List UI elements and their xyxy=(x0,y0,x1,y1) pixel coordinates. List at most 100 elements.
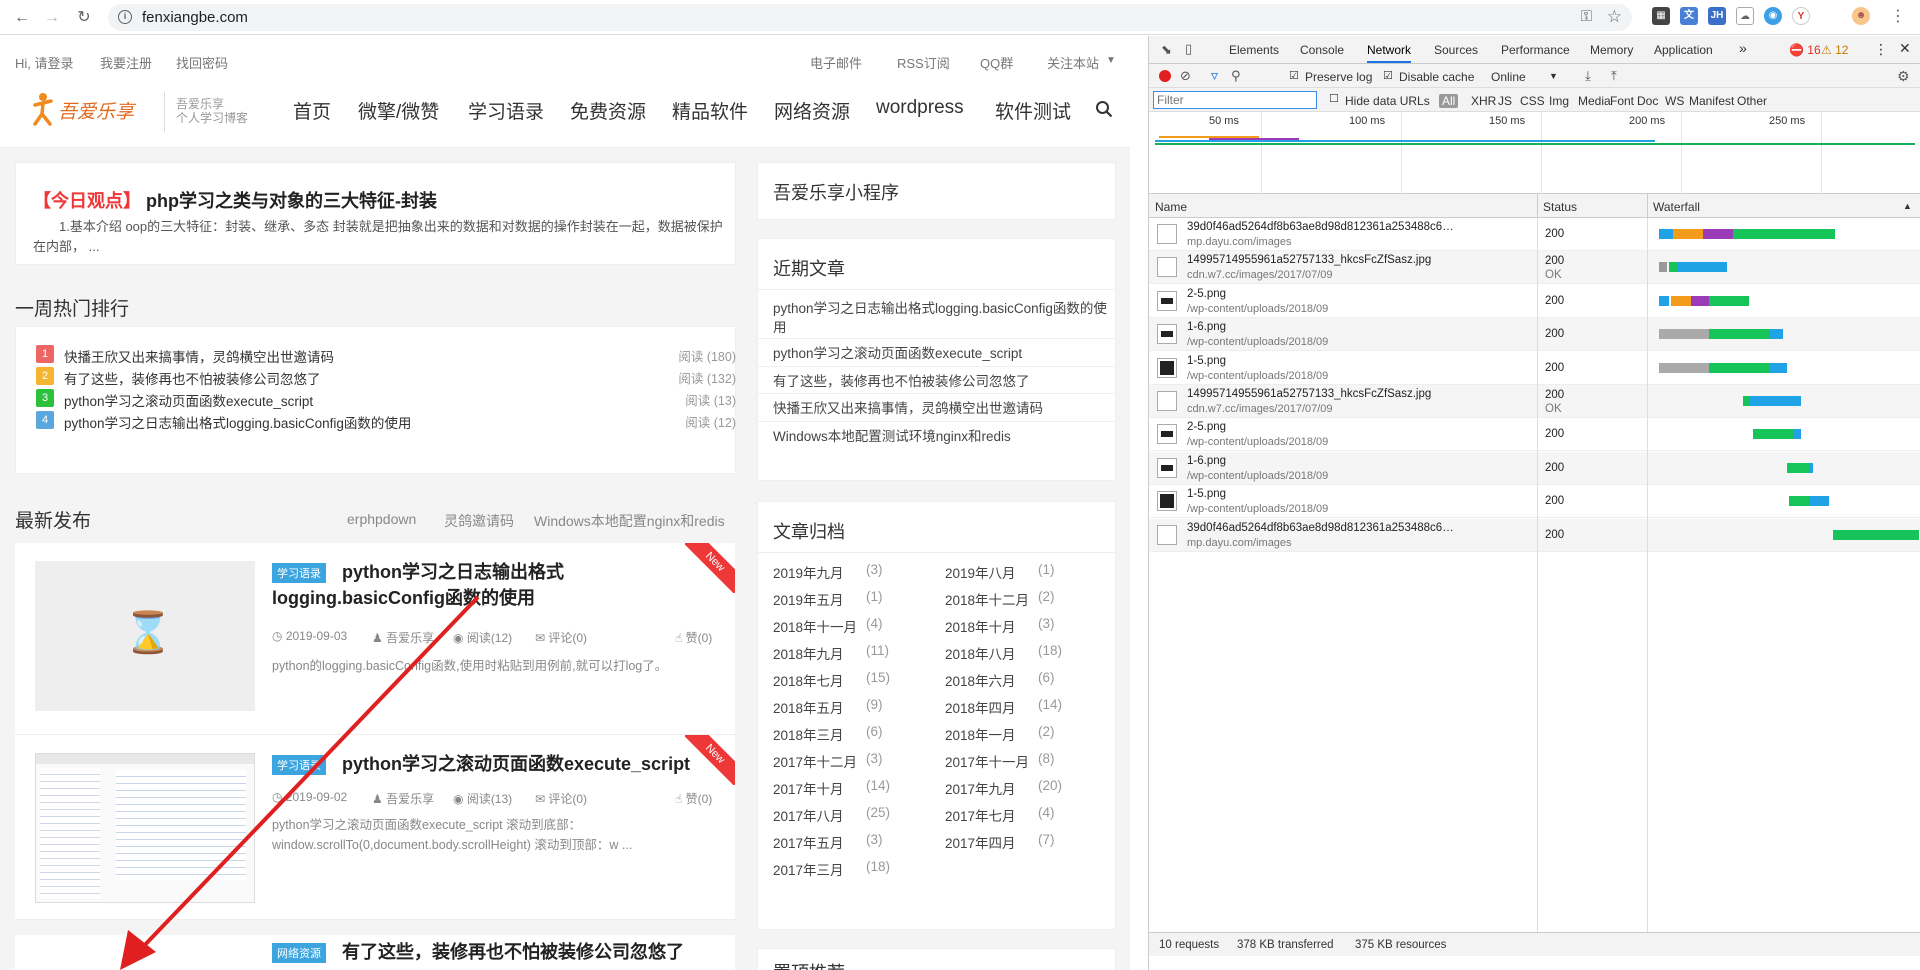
archive-month[interactable]: 2017年四月 xyxy=(945,832,1016,852)
request-name[interactable]: 39d0f46ad5264df8b63ae8d98d812361a253488c… xyxy=(1187,221,1457,233)
post-comments[interactable]: ✉ 评论(0) xyxy=(535,629,587,646)
request-row[interactable]: 14995714955961a52757133_hkcsFcZfSasz.jpg… xyxy=(1149,385,1920,418)
post-thumbnail[interactable]: ⌛ xyxy=(35,561,255,711)
post-comments[interactable]: ✉ 评论(0) xyxy=(535,790,587,807)
hot-item-title[interactable]: 有了这些，装修再也不怕被装修公司忽悠了 xyxy=(64,368,321,388)
post-title[interactable]: python学习之日志输出格式logging.basicConfig函数的使用 xyxy=(272,559,712,611)
latest-link-erphpdown[interactable]: erphpdown xyxy=(347,511,416,527)
hot-item-title[interactable]: python学习之滚动页面函数execute_script xyxy=(64,390,313,410)
settings-gear-icon[interactable]: ⚙ xyxy=(1897,68,1910,85)
type-filter-all[interactable]: All xyxy=(1439,94,1459,108)
record-icon[interactable] xyxy=(1159,70,1171,82)
type-filter-img[interactable]: Img xyxy=(1549,94,1569,108)
devtools-menu-icon[interactable]: ⋮ xyxy=(1874,41,1888,58)
nav-home[interactable]: 首页 xyxy=(293,97,331,124)
archive-month[interactable]: 2018年九月 xyxy=(773,643,844,663)
column-waterfall[interactable]: Waterfall xyxy=(1653,200,1700,214)
request-name[interactable]: 2-5.png xyxy=(1187,421,1457,433)
back-icon[interactable]: ← xyxy=(10,6,34,30)
request-row[interactable]: 2-5.png/wp-content/uploads/2018/09 200 xyxy=(1149,284,1920,318)
rss-link[interactable]: RSS订阅 xyxy=(897,53,950,72)
request-row[interactable]: 1-6.png/wp-content/uploads/2018/09 200 xyxy=(1149,451,1920,485)
column-status[interactable]: Status xyxy=(1543,200,1577,214)
forward-icon[interactable]: → xyxy=(40,6,64,30)
archive-month[interactable]: 2017年七月 xyxy=(945,805,1016,825)
jh-extension-icon[interactable]: JH xyxy=(1708,7,1726,25)
hot-item-title[interactable]: 快播王欣又出来搞事情，灵鸽横空出世邀请码 xyxy=(64,346,334,366)
post-like[interactable]: ☝ 赞(0) xyxy=(675,629,712,646)
request-name[interactable]: 1-6.png xyxy=(1187,321,1457,333)
request-name[interactable]: 1-5.png xyxy=(1187,488,1457,500)
reload-icon[interactable]: ↻ xyxy=(72,6,96,30)
globe-extension-icon[interactable]: ◉ xyxy=(1764,7,1782,25)
request-row[interactable]: 1-6.png/wp-content/uploads/2018/09 200 xyxy=(1149,318,1920,352)
type-filter-js[interactable]: JS xyxy=(1498,94,1512,108)
nav-software[interactable]: 精品软件 xyxy=(672,97,748,124)
archive-month[interactable]: 2017年三月 xyxy=(773,859,844,879)
request-row[interactable]: 39d0f46ad5264df8b63ae8d98d812361a253488c… xyxy=(1149,218,1920,251)
archive-month[interactable]: 2019年九月 xyxy=(773,562,844,582)
request-row[interactable]: 14995714955961a52757133_hkcsFcZfSasz.jpg… xyxy=(1149,251,1920,285)
nav-wordpress[interactable]: wordpress xyxy=(876,97,964,119)
sort-up-icon[interactable]: ▲ xyxy=(1903,201,1912,211)
nav-free-resources[interactable]: 免费资源 xyxy=(570,97,646,124)
type-filter-other[interactable]: Other xyxy=(1737,94,1767,108)
type-filter-font[interactable]: Font xyxy=(1610,94,1634,108)
nav-network-resources[interactable]: 网络资源 xyxy=(774,97,850,124)
request-name[interactable]: 39d0f46ad5264df8b63ae8d98d812361a253488c… xyxy=(1187,522,1457,534)
recent-post-link[interactable]: 有了这些，装修再也不怕被装修公司忽悠了 xyxy=(773,372,1113,391)
post-thumbnail[interactable] xyxy=(35,753,255,903)
archive-month[interactable]: 2017年九月 xyxy=(945,778,1016,798)
export-har-icon[interactable]: ⤒ xyxy=(1611,68,1617,84)
archive-month[interactable]: 2018年七月 xyxy=(773,670,844,690)
recent-post-link[interactable]: python学习之日志输出格式logging.basicConfig函数的使用 xyxy=(773,299,1113,337)
tab-network[interactable]: Network xyxy=(1367,43,1412,63)
device-toolbar-icon[interactable]: ▯ xyxy=(1185,41,1192,57)
column-name[interactable]: Name xyxy=(1155,200,1187,214)
request-row[interactable]: 1-5.png/wp-content/uploads/2018/09 200 xyxy=(1149,485,1920,519)
type-filter-manifest[interactable]: Manifest xyxy=(1689,94,1734,108)
hot-ranking-item[interactable]: 1 快播王欣又出来搞事情，灵鸽横空出世邀请码 阅读 (180) xyxy=(36,344,736,366)
close-devtools-icon[interactable]: ✕ xyxy=(1899,40,1911,57)
logo-figure-icon[interactable] xyxy=(32,92,53,126)
star-icon[interactable]: ☆ xyxy=(1607,7,1622,27)
archive-month[interactable]: 2017年十一月 xyxy=(945,751,1029,771)
tab-application[interactable]: Application xyxy=(1654,43,1713,57)
archive-month[interactable]: 2017年五月 xyxy=(773,832,844,852)
post-title[interactable]: 有了这些，装修再也不怕被装修公司忽悠了 xyxy=(272,939,722,965)
archive-month[interactable]: 2018年十月 xyxy=(945,616,1016,636)
request-row[interactable]: 39d0f46ad5264df8b63ae8d98d812361a253488c… xyxy=(1149,518,1920,552)
archive-month[interactable]: 2017年十月 xyxy=(773,778,844,798)
preserve-log-checkbox[interactable]: ☑ xyxy=(1289,69,1299,82)
nav-weiqing[interactable]: 微擎/微赞 xyxy=(358,97,439,124)
archive-month[interactable]: 2018年一月 xyxy=(945,724,1016,744)
import-har-icon[interactable]: ⤓ xyxy=(1585,68,1591,84)
nav-quotes[interactable]: 学习语录 xyxy=(468,97,544,124)
post-title[interactable]: python学习之滚动页面函数execute_script xyxy=(272,751,722,777)
logo-text[interactable]: 吾爱乐享 xyxy=(58,97,134,124)
archive-month[interactable]: 2019年八月 xyxy=(945,562,1016,582)
hot-ranking-item[interactable]: 3 python学习之滚动页面函数execute_script 阅读 (13) xyxy=(36,388,736,410)
request-name[interactable]: 1-6.png xyxy=(1187,455,1457,467)
tab-memory[interactable]: Memory xyxy=(1590,43,1633,57)
recover-password-link[interactable]: 找回密码 xyxy=(176,53,228,72)
post-like[interactable]: ☝ 赞(0) xyxy=(675,790,712,807)
qr-extension-icon[interactable]: ▦ xyxy=(1652,7,1670,25)
type-filter-xhr[interactable]: XHR xyxy=(1471,94,1496,108)
login-link[interactable]: Hi, 请登录 xyxy=(15,53,74,72)
recent-post-link[interactable]: python学习之滚动页面函数execute_script xyxy=(773,344,1113,363)
request-row[interactable]: 1-5.png/wp-content/uploads/2018/09 200 xyxy=(1149,351,1920,385)
throttle-select[interactable]: Online xyxy=(1491,70,1526,84)
hot-ranking-item[interactable]: 2 有了这些，装修再也不怕被装修公司忽悠了 阅读 (132) xyxy=(36,366,736,388)
inspect-icon[interactable]: ⬊ xyxy=(1161,42,1172,58)
post-author-text[interactable]: 吾爱乐享 xyxy=(386,631,434,645)
search-network-icon[interactable]: ⚲ xyxy=(1231,68,1241,84)
filter-icon[interactable]: ▿ xyxy=(1211,67,1218,84)
archive-month[interactable]: 2018年十二月 xyxy=(945,589,1029,609)
today-title[interactable]: php学习之类与对象的三大特征-封装 xyxy=(146,191,437,211)
more-tabs-button[interactable]: » xyxy=(1739,40,1747,56)
post-author-text[interactable]: 吾爱乐享 xyxy=(386,792,434,806)
profile-avatar[interactable]: ☻ xyxy=(1852,7,1870,25)
archive-month[interactable]: 2018年三月 xyxy=(773,724,844,744)
archive-month[interactable]: 2019年五月 xyxy=(773,589,844,609)
